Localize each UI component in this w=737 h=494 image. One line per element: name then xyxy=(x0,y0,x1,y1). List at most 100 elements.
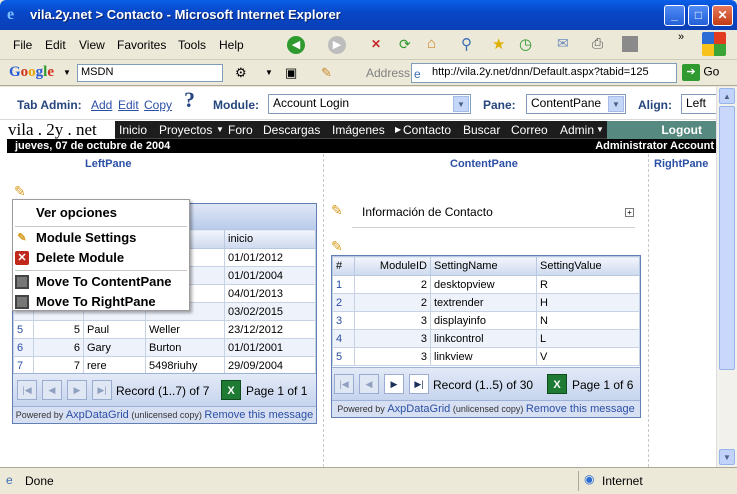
table-row[interactable]: 1 2 desktopview R xyxy=(332,275,640,294)
edit-pencil-icon[interactable]: ✎ xyxy=(14,184,28,198)
record-count: Record (1..5) of 30 xyxy=(433,378,534,392)
maximize-button[interactable]: □ xyxy=(688,5,709,26)
column-header-settingname[interactable]: SettingName xyxy=(430,256,537,276)
history-icon[interactable]: ◷ xyxy=(519,35,532,53)
edit-page-icon[interactable] xyxy=(622,36,638,52)
add-link[interactable]: Add xyxy=(91,98,112,112)
last-page-button[interactable]: ▶| xyxy=(92,380,112,400)
next-page-button[interactable]: ▶ xyxy=(67,380,87,400)
first-page-button[interactable]: |◀ xyxy=(17,380,37,400)
forward-icon[interactable]: ▶ xyxy=(328,36,346,54)
menu-view[interactable]: View xyxy=(79,38,105,52)
popup-blocker-icon[interactable]: ▣ xyxy=(285,65,297,81)
home-icon[interactable]: ⌂ xyxy=(427,35,436,52)
print-icon[interactable]: ⎙ xyxy=(592,35,603,52)
excel-export-icon[interactable]: X xyxy=(547,374,567,394)
powered-brand[interactable]: AxpDataGrid xyxy=(66,409,129,421)
menu-item-delete-module[interactable]: ✕ Delete Module xyxy=(13,248,189,268)
google-options-dropdown-icon[interactable]: ▼ xyxy=(265,68,273,77)
menu-help[interactable]: Help xyxy=(219,38,244,52)
powered-brand[interactable]: AxpDataGrid xyxy=(387,403,450,415)
nav-proyectos[interactable]: Proyectos xyxy=(159,123,212,137)
table-row[interactable]: 6 6 Gary Burton 01/01/2001 xyxy=(13,338,316,357)
vertical-scrollbar[interactable]: ▲ ▼ xyxy=(716,87,737,467)
tab-admin-label: Tab Admin: xyxy=(17,98,82,112)
back-icon[interactable]: ◀ xyxy=(287,36,305,54)
column-header-inicio[interactable]: inicio xyxy=(224,229,316,249)
favorites-icon[interactable]: ★ xyxy=(492,35,505,53)
menu-item-move-to-contentpane[interactable]: Move To ContentPane xyxy=(13,272,189,292)
google-search-icon[interactable]: ⚙ xyxy=(235,65,247,81)
table-row[interactable]: 7 7 rere 5498riuhy 29/09/2004 xyxy=(13,356,316,375)
table-row[interactable]: 5 5 Paul Weller 23/12/2012 xyxy=(13,320,316,339)
remove-message-link[interactable]: Remove this message xyxy=(526,403,635,415)
google-dropdown-icon[interactable]: ▼ xyxy=(63,68,71,77)
edit-pencil-icon[interactable]: ✎ xyxy=(331,203,345,217)
right-pane-title: RightPane xyxy=(654,158,709,170)
go-arrow-icon: ➔ xyxy=(682,64,700,81)
status-divider xyxy=(578,471,579,491)
toolbar-overflow-icon[interactable]: » xyxy=(678,31,684,43)
scroll-down-icon[interactable]: ▼ xyxy=(719,449,735,465)
menu-item-label: Module Settings xyxy=(36,230,137,245)
menu-item-move-to-rightpane[interactable]: Move To RightPane xyxy=(13,292,189,312)
table-row[interactable]: 4 3 linkcontrol L xyxy=(332,329,640,348)
column-header-moduleid[interactable]: ModuleID xyxy=(354,256,431,276)
first-page-button[interactable]: |◀ xyxy=(334,374,354,394)
nav-descargas[interactable]: Descargas xyxy=(263,123,320,137)
module-select[interactable]: Account Login ▼ xyxy=(268,94,471,114)
prev-page-button[interactable]: ◀ xyxy=(42,380,62,400)
help-icon[interactable]: ? xyxy=(184,87,195,113)
column-header-index[interactable]: # xyxy=(332,256,355,276)
column-header-settingvalue[interactable]: SettingValue xyxy=(536,256,640,276)
menu-item-ver-opciones[interactable]: Ver opciones xyxy=(13,203,189,223)
google-search-input[interactable]: MSDN xyxy=(77,64,223,82)
edit-link[interactable]: Edit xyxy=(118,98,139,112)
highlight-icon[interactable]: ✎ xyxy=(321,65,332,81)
expand-icon[interactable]: + xyxy=(625,208,634,217)
current-date: jueves, 07 de octubre de 2004 xyxy=(15,140,171,152)
logout-link[interactable]: Logout xyxy=(607,121,716,139)
menu-edit[interactable]: Edit xyxy=(45,38,66,52)
mail-icon[interactable]: ✉ xyxy=(557,35,569,52)
scroll-up-icon[interactable]: ▲ xyxy=(719,88,735,104)
nav-correo[interactable]: Correo xyxy=(511,123,548,137)
pane-select[interactable]: ContentPane ▼ xyxy=(526,94,626,114)
close-button[interactable]: ✕ xyxy=(712,5,733,26)
search-icon[interactable]: ⚲ xyxy=(461,35,472,53)
last-page-button[interactable]: ▶| xyxy=(409,374,429,394)
align-select[interactable]: Left xyxy=(681,94,716,114)
remove-message-link[interactable]: Remove this message xyxy=(204,409,313,421)
site-brand[interactable]: vila . 2y . net xyxy=(7,120,115,139)
copy-link[interactable]: Copy xyxy=(144,98,172,112)
menu-tools[interactable]: Tools xyxy=(178,38,206,52)
nav-buscar[interactable]: Buscar xyxy=(463,123,500,137)
module-select-value: Account Login xyxy=(273,96,350,110)
go-button[interactable]: ➔ Go xyxy=(682,64,719,81)
table-row[interactable]: 2 2 textrender H xyxy=(332,293,640,312)
table-row[interactable]: 3 3 displayinfo N xyxy=(332,311,640,330)
stop-icon[interactable]: ✕ xyxy=(371,37,381,51)
refresh-icon[interactable]: ⟳ xyxy=(399,36,411,53)
scrollbar-thumb[interactable] xyxy=(719,106,735,370)
prev-page-button[interactable]: ◀ xyxy=(359,374,379,394)
account-link[interactable]: Administrator Account xyxy=(595,139,714,153)
google-logo[interactable]: Google xyxy=(9,64,54,81)
excel-export-icon[interactable]: X xyxy=(221,380,241,400)
module-label: Module: xyxy=(213,98,259,112)
powered-by-bar: Powered by AxpDataGrid (unlicensed copy)… xyxy=(13,406,316,423)
nav-contacto[interactable]: Contacto xyxy=(403,123,451,137)
menu-file[interactable]: File xyxy=(13,38,32,52)
address-input[interactable]: http://vila.2y.net/dnn/Default.aspx?tabi… xyxy=(411,63,677,83)
window-title-bar[interactable]: e vila.2y.net > Contacto - Microsoft Int… xyxy=(0,0,737,30)
menu-item-module-settings[interactable]: ✎ Module Settings xyxy=(13,228,189,248)
nav-inicio[interactable]: Inicio xyxy=(119,123,147,137)
menu-favorites[interactable]: Favorites xyxy=(117,38,166,52)
nav-admin[interactable]: Admin xyxy=(560,123,594,137)
nav-foro[interactable]: Foro xyxy=(228,123,253,137)
next-page-button[interactable]: ▶ xyxy=(384,374,404,394)
table-row[interactable]: 5 3 linkview V xyxy=(332,347,640,366)
nav-imagenes[interactable]: Imágenes xyxy=(332,123,385,137)
edit-pencil-icon[interactable]: ✎ xyxy=(331,239,345,253)
minimize-button[interactable]: _ xyxy=(664,5,685,26)
